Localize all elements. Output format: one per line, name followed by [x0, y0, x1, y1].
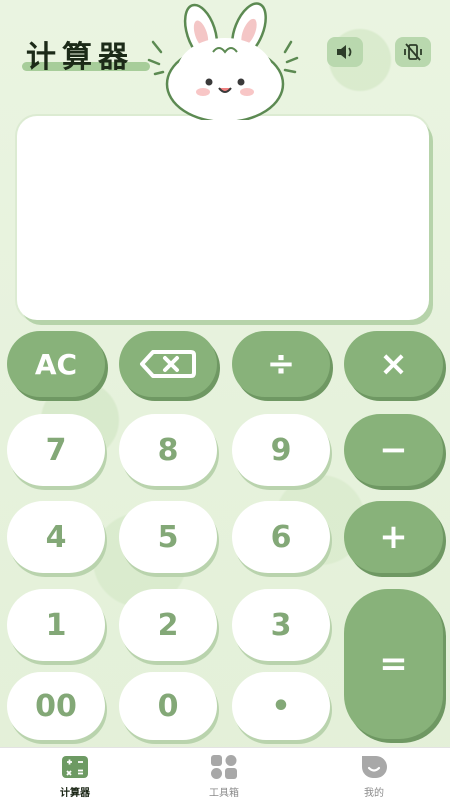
tab-profile[interactable]: 我的 [329, 754, 419, 799]
calculator-display [17, 116, 429, 320]
tab-calculator[interactable]: 计算器 [30, 754, 120, 799]
tab-toolbox[interactable]: 工具箱 [179, 754, 269, 799]
key-8[interactable]: 8 [119, 414, 217, 486]
multiply-button[interactable]: × [344, 331, 443, 397]
key-5[interactable]: 5 [119, 501, 217, 573]
minus-button[interactable]: − [344, 414, 443, 486]
key-7[interactable]: 7 [7, 414, 105, 486]
clear-button[interactable]: AC [7, 331, 105, 397]
plus-button[interactable]: + [344, 501, 443, 573]
key-0[interactable]: 0 [119, 672, 217, 740]
tab-label-calculator: 计算器 [60, 788, 90, 799]
key-00[interactable]: 00 [7, 672, 105, 740]
bunny-mascot [147, 2, 299, 120]
key-4[interactable]: 4 [7, 501, 105, 573]
profile-icon [359, 754, 389, 780]
app-title: 计算器 [26, 40, 134, 75]
vibrate-toggle-button[interactable] [395, 37, 431, 67]
divide-button[interactable]: ÷ [232, 331, 330, 397]
decimal-point-button[interactable]: • [232, 672, 330, 740]
toolbox-grid-icon [209, 754, 239, 780]
sound-toggle-button[interactable] [327, 37, 363, 67]
calculator-icon [60, 754, 90, 780]
backspace-icon [139, 349, 197, 379]
bottom-tab-bar: 计算器 工具箱 我的 [0, 747, 450, 801]
speaker-icon [337, 45, 352, 59]
key-2[interactable]: 2 [119, 589, 217, 661]
key-3[interactable]: 3 [232, 589, 330, 661]
tab-label-toolbox: 工具箱 [209, 788, 239, 799]
vibrate-off-icon [404, 43, 422, 61]
key-6[interactable]: 6 [232, 501, 330, 573]
tab-label-profile: 我的 [364, 788, 384, 799]
backspace-button[interactable] [119, 331, 217, 397]
key-1[interactable]: 1 [7, 589, 105, 661]
equals-button[interactable]: = [344, 589, 443, 739]
key-9[interactable]: 9 [232, 414, 330, 486]
